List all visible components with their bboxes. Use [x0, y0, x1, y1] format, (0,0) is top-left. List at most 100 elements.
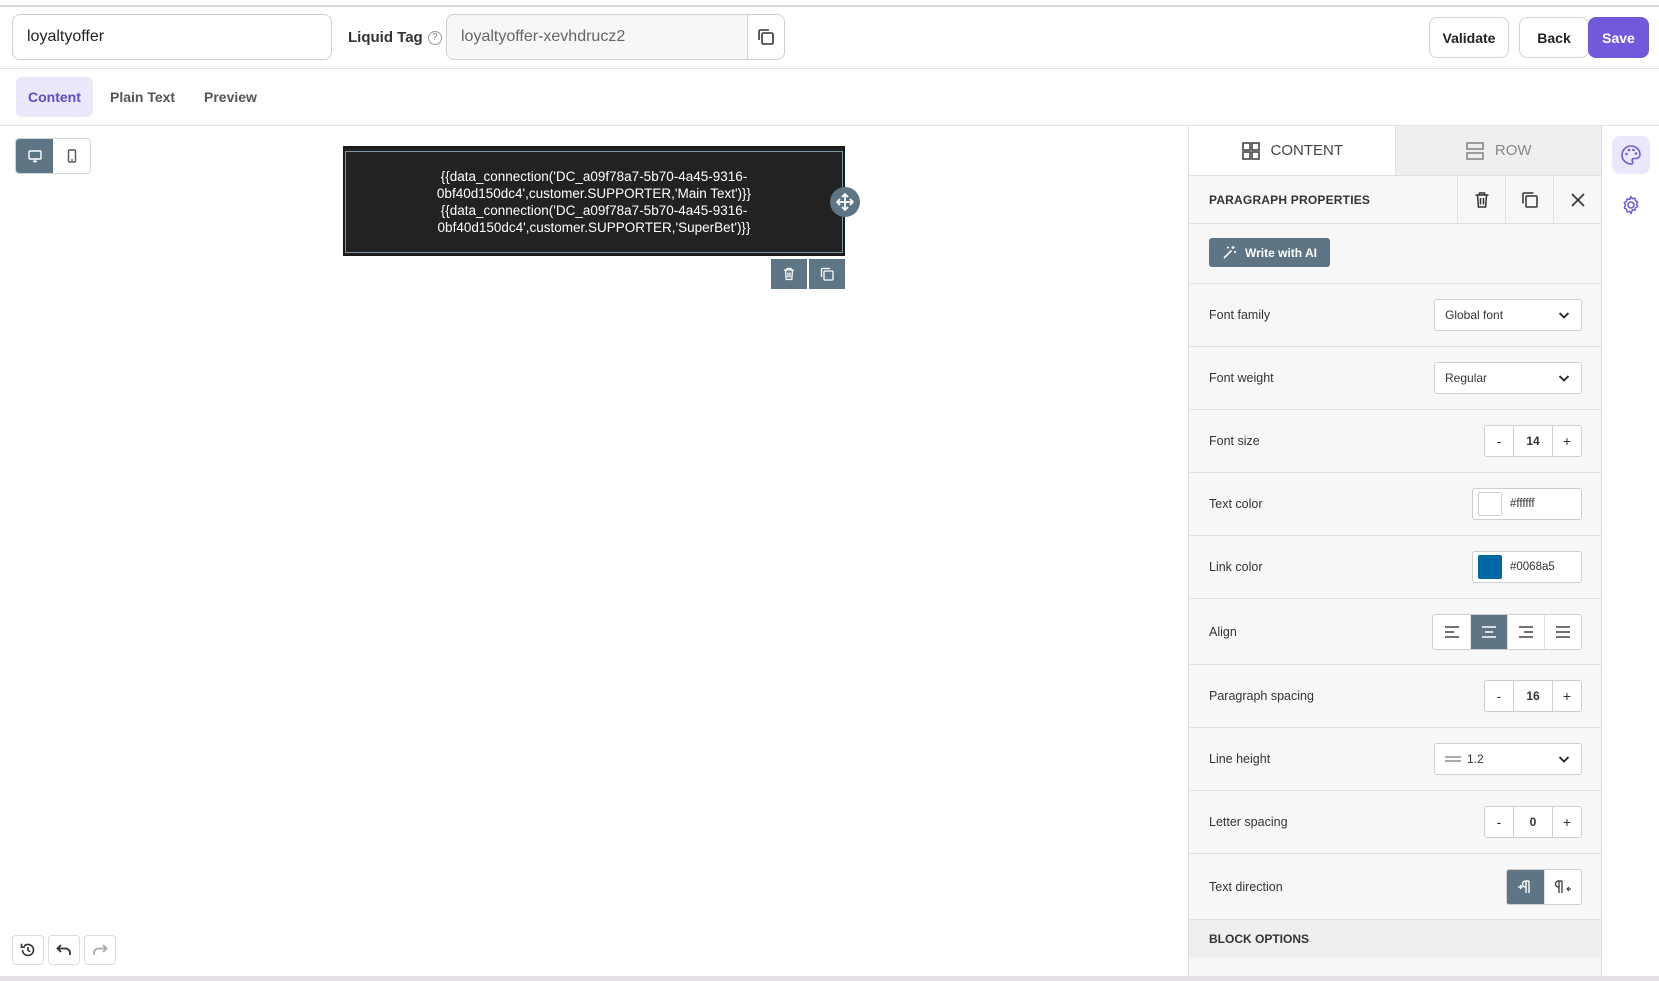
editor-tabs: Content Plain Text Preview	[0, 70, 1659, 126]
link-color-label: Link color	[1209, 560, 1263, 574]
undo-icon	[56, 944, 71, 955]
liquid-tag-input[interactable]	[447, 15, 747, 59]
line-height-select[interactable]: 1.2	[1434, 743, 1582, 775]
align-justify-icon	[1556, 625, 1570, 638]
right-rail	[1601, 126, 1659, 981]
font-family-value: Global font	[1445, 308, 1504, 322]
paragraph-spacing-increase-button[interactable]: +	[1553, 681, 1581, 711]
magic-wand-icon	[1223, 246, 1236, 259]
letter-spacing-decrease-button[interactable]: -	[1485, 807, 1513, 837]
paragraph-block[interactable]: {{data_connection('DC_a09f78a7-5b70-4a45…	[343, 146, 845, 256]
help-icon[interactable]: ?	[427, 30, 442, 45]
link-color-field[interactable]: #0068a5	[1472, 551, 1582, 583]
block-line: {{data_connection('DC_a09f78a7-5b70-4a45…	[440, 169, 748, 184]
align-left-button[interactable]	[1433, 615, 1470, 649]
tab-plain-text[interactable]: Plain Text	[98, 77, 187, 117]
close-icon	[1570, 192, 1585, 207]
rtl-icon	[1554, 879, 1571, 893]
tab-preview[interactable]: Preview	[192, 77, 269, 117]
paragraph-properties-header: PARAGRAPH PROPERTIES	[1189, 175, 1601, 224]
text-direction-buttons	[1506, 868, 1582, 905]
link-color-value: #0068a5	[1510, 561, 1555, 573]
duplicate-block-button[interactable]	[809, 259, 845, 289]
font-family-row: Font family Global font	[1189, 284, 1601, 347]
align-right-button[interactable]	[1507, 614, 1544, 649]
copy-tag-button[interactable]	[747, 15, 784, 59]
font-weight-value: Regular	[1445, 371, 1488, 385]
line-height-row: Line height 1.2	[1189, 728, 1601, 791]
panel-tab-row[interactable]: ROW	[1394, 126, 1601, 176]
text-color-swatch[interactable]	[1478, 492, 1502, 516]
mobile-icon	[67, 149, 76, 163]
text-color-label: Text color	[1209, 497, 1263, 511]
link-color-row: Link color #0068a5	[1189, 536, 1601, 599]
letter-spacing-value[interactable]: 0	[1513, 807, 1553, 837]
text-direction-label: Text direction	[1209, 879, 1283, 894]
paragraph-spacing-row: Paragraph spacing - 16 +	[1189, 665, 1601, 728]
design-rail-button[interactable]	[1612, 136, 1650, 174]
font-size-increase-button[interactable]: +	[1553, 426, 1581, 456]
delete-block-button[interactable]	[771, 259, 807, 289]
duplicate-icon	[820, 267, 834, 281]
save-button[interactable]: Save	[1588, 17, 1649, 58]
editor-header: Liquid Tag ? Validate Back Save	[0, 7, 1659, 69]
chevron-down-icon	[1558, 375, 1570, 382]
delete-button[interactable]	[1457, 175, 1505, 224]
paragraph-spacing-decrease-button[interactable]: -	[1485, 681, 1513, 711]
paragraph-content[interactable]: {{data_connection('DC_a09f78a7-5b70-4a45…	[345, 151, 843, 253]
history-bar	[12, 935, 116, 965]
mobile-view-button[interactable]	[53, 139, 90, 173]
font-size-decrease-button[interactable]: -	[1485, 426, 1513, 456]
block-line: 0bf40d150dc4',customer.SUPPORTER,'Main T…	[436, 186, 752, 201]
align-center-button[interactable]	[1470, 614, 1507, 649]
panel-tabs: CONTENT ROW	[1189, 126, 1601, 176]
font-family-select[interactable]: Global font	[1434, 299, 1582, 331]
align-left-icon	[1444, 625, 1459, 638]
chevron-down-icon	[1558, 312, 1570, 319]
trash-icon	[784, 267, 794, 281]
font-size-value[interactable]: 14	[1513, 426, 1553, 456]
liquid-tag-label-text: Liquid Tag	[348, 29, 423, 46]
ltr-direction-button[interactable]	[1507, 869, 1544, 904]
undo-button[interactable]	[48, 935, 80, 965]
panel-tab-content[interactable]: CONTENT	[1189, 126, 1395, 176]
settings-rail-button[interactable]	[1612, 186, 1650, 224]
back-button[interactable]: Back	[1519, 17, 1589, 58]
device-toggle	[15, 138, 91, 174]
font-weight-select[interactable]: Regular	[1434, 362, 1582, 394]
font-family-label: Font family	[1209, 308, 1271, 322]
font-weight-row: Font weight Regular	[1189, 347, 1601, 410]
palette-icon	[1621, 145, 1641, 165]
paragraph-spacing-stepper: - 16 +	[1484, 680, 1582, 712]
template-name-input[interactable]	[12, 14, 332, 60]
block-options-header[interactable]: BLOCK OPTIONS	[1189, 920, 1601, 958]
paragraph-spacing-value[interactable]: 16	[1513, 681, 1553, 711]
align-justify-button[interactable]	[1544, 614, 1581, 649]
align-label: Align	[1209, 624, 1237, 639]
duplicate-button[interactable]	[1505, 175, 1553, 224]
tab-content[interactable]: Content	[16, 77, 93, 117]
move-handle[interactable]	[830, 187, 860, 217]
rows-icon	[1466, 141, 1484, 160]
redo-button[interactable]	[84, 935, 116, 965]
letter-spacing-label: Letter spacing	[1209, 815, 1288, 829]
rtl-direction-button[interactable]	[1544, 869, 1581, 904]
letter-spacing-increase-button[interactable]: +	[1553, 807, 1581, 837]
copy-icon	[758, 29, 774, 45]
text-color-row: Text color #ffffff	[1189, 473, 1601, 536]
liquid-tag-field	[446, 14, 785, 60]
align-row: Align	[1189, 599, 1601, 665]
write-with-ai-button[interactable]: Write with AI	[1209, 238, 1330, 267]
line-height-label: Line height	[1209, 752, 1271, 766]
validate-button[interactable]: Validate	[1429, 17, 1509, 58]
gear-icon	[1623, 195, 1639, 215]
history-button[interactable]	[12, 935, 44, 965]
close-button[interactable]	[1553, 175, 1601, 224]
desktop-view-button[interactable]	[16, 139, 53, 173]
text-color-field[interactable]: #ffffff	[1472, 488, 1582, 520]
paragraph-spacing-label: Paragraph spacing	[1209, 689, 1314, 703]
design-canvas: {{data_connection('DC_a09f78a7-5b70-4a45…	[0, 126, 1188, 981]
align-buttons	[1432, 613, 1582, 650]
desktop-icon	[27, 150, 42, 163]
link-color-swatch[interactable]	[1478, 555, 1502, 579]
